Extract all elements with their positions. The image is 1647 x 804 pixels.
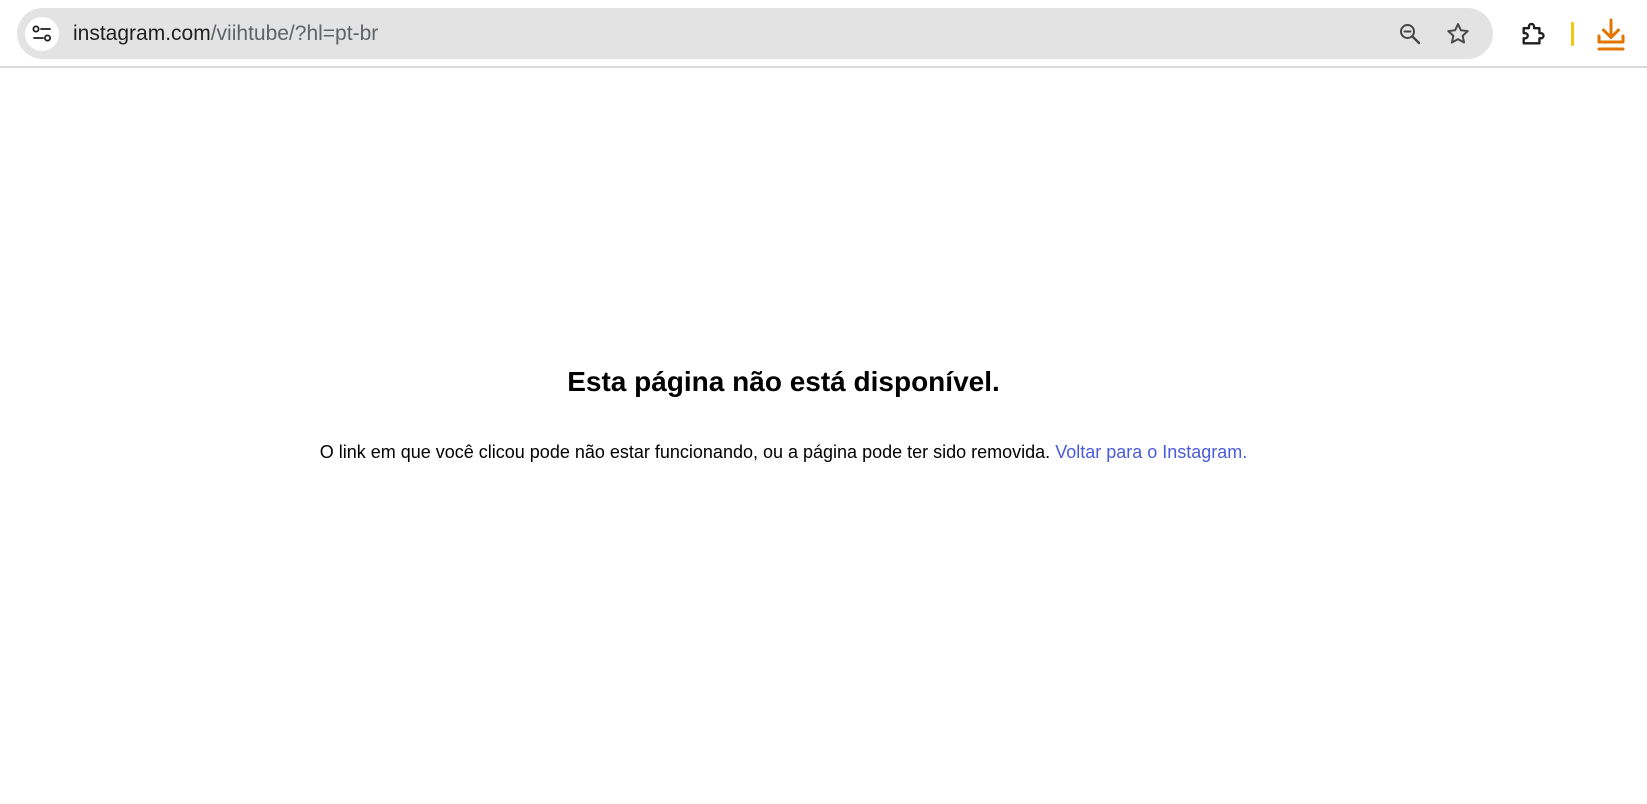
- error-message: O link em que você clicou pode não estar…: [0, 442, 1567, 463]
- downloads-button[interactable]: [1594, 18, 1628, 52]
- star-icon: [1447, 23, 1469, 44]
- url-text[interactable]: instagram.com/viihtube/?hl=pt-br: [73, 8, 378, 59]
- zoom-button[interactable]: [1394, 18, 1426, 50]
- download-icon: [1597, 18, 1625, 51]
- browser-toolbar: instagram.com/viihtube/?hl=pt-br: [0, 0, 1647, 68]
- address-bar[interactable]: instagram.com/viihtube/?hl=pt-br: [17, 8, 1493, 59]
- extensions-button[interactable]: [1516, 17, 1550, 51]
- url-path: /viihtube/?hl=pt-br: [210, 22, 379, 45]
- page-content: Esta página não está disponível. O link …: [0, 68, 1647, 804]
- page-title: Esta página não está disponível.: [567, 366, 1000, 397]
- back-to-instagram-link[interactable]: Voltar para o Instagram.: [1055, 442, 1247, 462]
- error-message-text: O link em que você clicou pode não estar…: [319, 442, 1051, 462]
- toolbar-separator: [1571, 22, 1574, 46]
- site-info-button[interactable]: [25, 17, 59, 51]
- bookmark-button[interactable]: [1442, 18, 1474, 50]
- puzzle-piece-icon: [1522, 22, 1545, 45]
- tune-icon: [32, 25, 51, 42]
- url-host: instagram.com: [73, 22, 211, 45]
- zoom-out-icon: [1400, 24, 1421, 45]
